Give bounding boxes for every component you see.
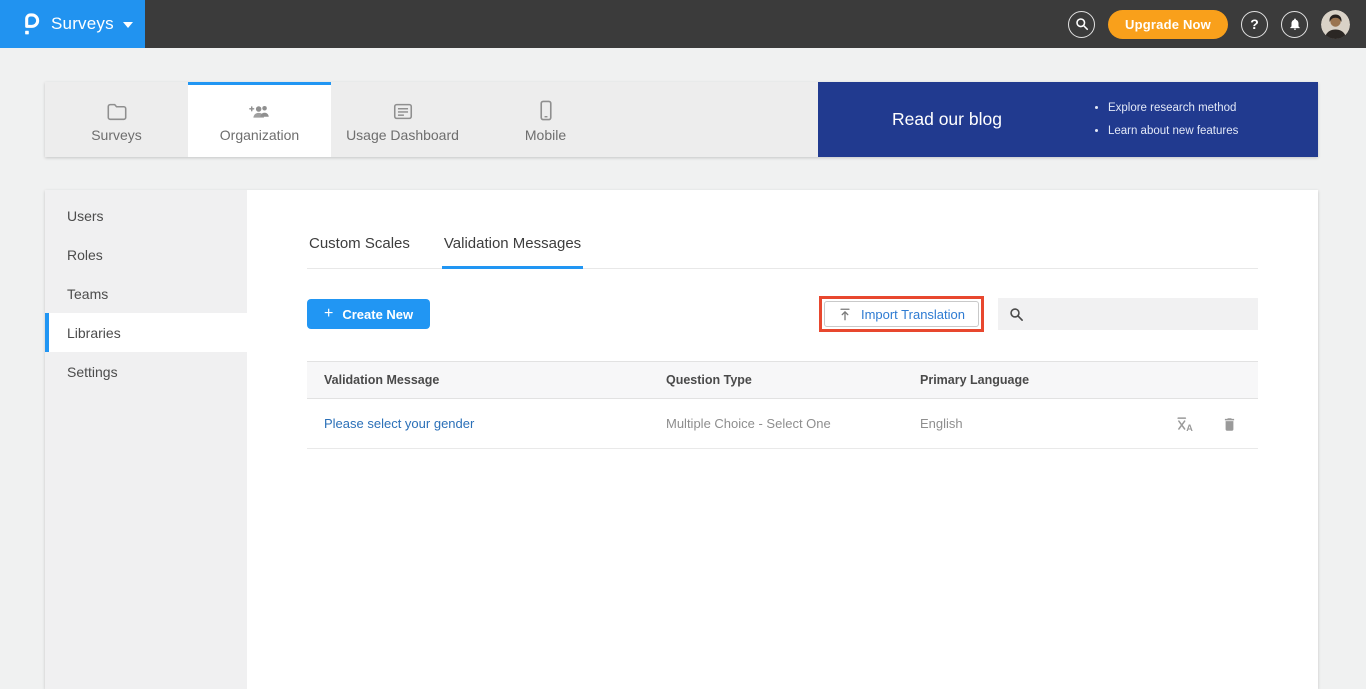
toolbar: + Create New Import Translation — [307, 296, 1258, 332]
settings-sidebar: Users Roles Teams Libraries Settings — [45, 190, 247, 689]
import-translation-highlight: Import Translation — [819, 296, 984, 332]
nav-tab-usage-dashboard[interactable]: Usage Dashboard — [331, 82, 474, 157]
search-icon — [1075, 17, 1089, 31]
row-actions: A — [1175, 414, 1258, 434]
top-header: Surveys Upgrade Now ? — [0, 0, 1366, 48]
delete-button[interactable] — [1221, 415, 1238, 433]
nav-tab-label: Usage Dashboard — [346, 127, 459, 143]
question-type-cell: Multiple Choice - Select One — [666, 416, 920, 431]
search-icon — [1009, 307, 1024, 322]
create-new-label: Create New — [342, 307, 413, 322]
dashboard-icon — [392, 99, 414, 121]
primary-nav-tabs: Surveys Organization — [45, 82, 818, 157]
translate-button[interactable]: A — [1175, 414, 1195, 434]
column-header-question-type: Question Type — [666, 373, 920, 387]
primary-nav-card: Surveys Organization — [45, 82, 1318, 157]
sidebar-item-users[interactable]: Users — [45, 196, 247, 235]
primary-language-cell: English — [920, 416, 1175, 431]
svg-text:A: A — [1186, 423, 1193, 433]
folder-icon — [106, 99, 128, 121]
blog-banner[interactable]: Read our blog Explore research method Le… — [818, 82, 1318, 157]
help-button[interactable]: ? — [1241, 11, 1268, 38]
user-avatar[interactable] — [1321, 10, 1350, 39]
validation-messages-table: Validation Message Question Type Primary… — [307, 361, 1258, 449]
nav-tab-surveys[interactable]: Surveys — [45, 82, 188, 157]
banner-bullet-list: Explore research method Learn about new … — [1094, 97, 1238, 143]
tab-custom-scales[interactable]: Custom Scales — [307, 235, 412, 269]
nav-tab-label: Surveys — [91, 127, 142, 143]
create-new-button[interactable]: + Create New — [307, 299, 430, 329]
question-mark-icon: ? — [1250, 16, 1259, 32]
import-translation-label: Import Translation — [861, 307, 965, 322]
search-input[interactable] — [1032, 298, 1258, 330]
upgrade-now-button[interactable]: Upgrade Now — [1108, 10, 1228, 39]
search-button[interactable] — [1068, 11, 1095, 38]
tab-validation-messages[interactable]: Validation Messages — [442, 235, 583, 269]
table-header-row: Validation Message Question Type Primary… — [307, 361, 1258, 399]
translate-icon: A — [1175, 414, 1195, 434]
person-add-icon — [248, 99, 272, 121]
nav-tab-organization[interactable]: Organization — [188, 82, 331, 157]
nav-tab-mobile[interactable]: Mobile — [474, 82, 617, 157]
mobile-icon — [539, 99, 553, 121]
plus-icon: + — [324, 305, 333, 323]
app-menu-label: Surveys — [51, 14, 114, 34]
column-header-validation-message: Validation Message — [307, 373, 666, 387]
sidebar-item-roles[interactable]: Roles — [45, 235, 247, 274]
nav-tab-label: Organization — [220, 127, 299, 143]
column-header-primary-language: Primary Language — [920, 373, 1258, 387]
header-actions: Upgrade Now ? — [1068, 10, 1366, 39]
upload-icon — [838, 307, 852, 322]
banner-bullet: Explore research method — [1108, 97, 1238, 120]
sidebar-item-teams[interactable]: Teams — [45, 274, 247, 313]
nav-tab-label: Mobile — [525, 127, 566, 143]
app-switcher[interactable]: Surveys — [0, 0, 145, 48]
sidebar-item-settings[interactable]: Settings — [45, 352, 247, 391]
libraries-content: Custom Scales Validation Messages + Crea… — [247, 190, 1318, 689]
sidebar-item-libraries[interactable]: Libraries — [45, 313, 247, 352]
trash-icon — [1221, 415, 1238, 433]
table-search — [998, 298, 1258, 330]
main-card: Users Roles Teams Libraries Settings Cus… — [45, 190, 1318, 689]
toolbar-right: Import Translation — [819, 296, 1258, 332]
banner-title: Read our blog — [892, 109, 1002, 130]
bell-icon — [1288, 17, 1302, 31]
banner-bullet: Learn about new features — [1108, 120, 1238, 143]
questionpro-logo-icon — [20, 12, 41, 37]
notifications-button[interactable] — [1281, 11, 1308, 38]
library-tabs: Custom Scales Validation Messages — [307, 235, 1258, 269]
chevron-down-icon — [123, 22, 133, 28]
import-translation-button[interactable]: Import Translation — [824, 301, 979, 327]
validation-message-link[interactable]: Please select your gender — [324, 416, 474, 431]
table-row: Please select your gender Multiple Choic… — [307, 399, 1258, 449]
